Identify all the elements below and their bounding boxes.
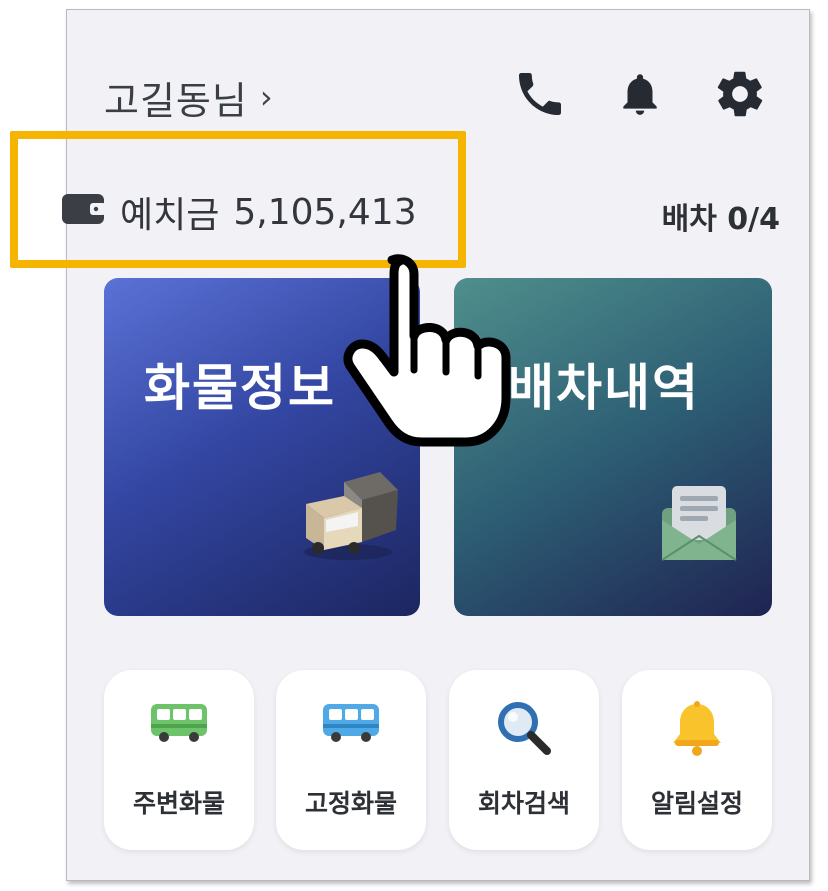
bell-icon[interactable] <box>610 64 670 124</box>
return-search-button[interactable]: 회차검색 <box>449 670 599 850</box>
blue-bus-icon <box>276 700 426 744</box>
green-bus-icon <box>104 700 254 744</box>
alarm-settings-button[interactable]: 알림설정 <box>622 670 772 850</box>
alarm-settings-label: 알림설정 <box>650 789 743 818</box>
fixed-cargo-label: 고정화물 <box>304 789 397 818</box>
gear-icon[interactable] <box>710 64 770 124</box>
nearby-cargo-label: 주변화물 <box>132 789 225 818</box>
dispatch-history-title: 배차내역 <box>508 359 700 417</box>
envelope-icon <box>660 482 738 566</box>
user-profile-link[interactable]: 고길동님 › <box>104 72 274 123</box>
dispatch-count: 배차 0/4 <box>661 202 780 237</box>
user-name: 고길동님 <box>104 78 248 123</box>
truck-icon <box>296 468 402 568</box>
fixed-cargo-button[interactable]: 고정화물 <box>276 670 426 850</box>
chevron-right-icon: › <box>259 78 274 116</box>
pointing-hand-cursor <box>330 248 520 452</box>
cargo-info-title: 화물정보 <box>144 359 336 417</box>
magnifier-icon <box>449 700 599 756</box>
return-search-label: 회차검색 <box>477 789 570 818</box>
phone-icon[interactable] <box>510 64 570 124</box>
header-actions <box>510 64 770 124</box>
yellow-bell-icon <box>622 700 772 758</box>
nearby-cargo-button[interactable]: 주변화물 <box>104 670 254 850</box>
